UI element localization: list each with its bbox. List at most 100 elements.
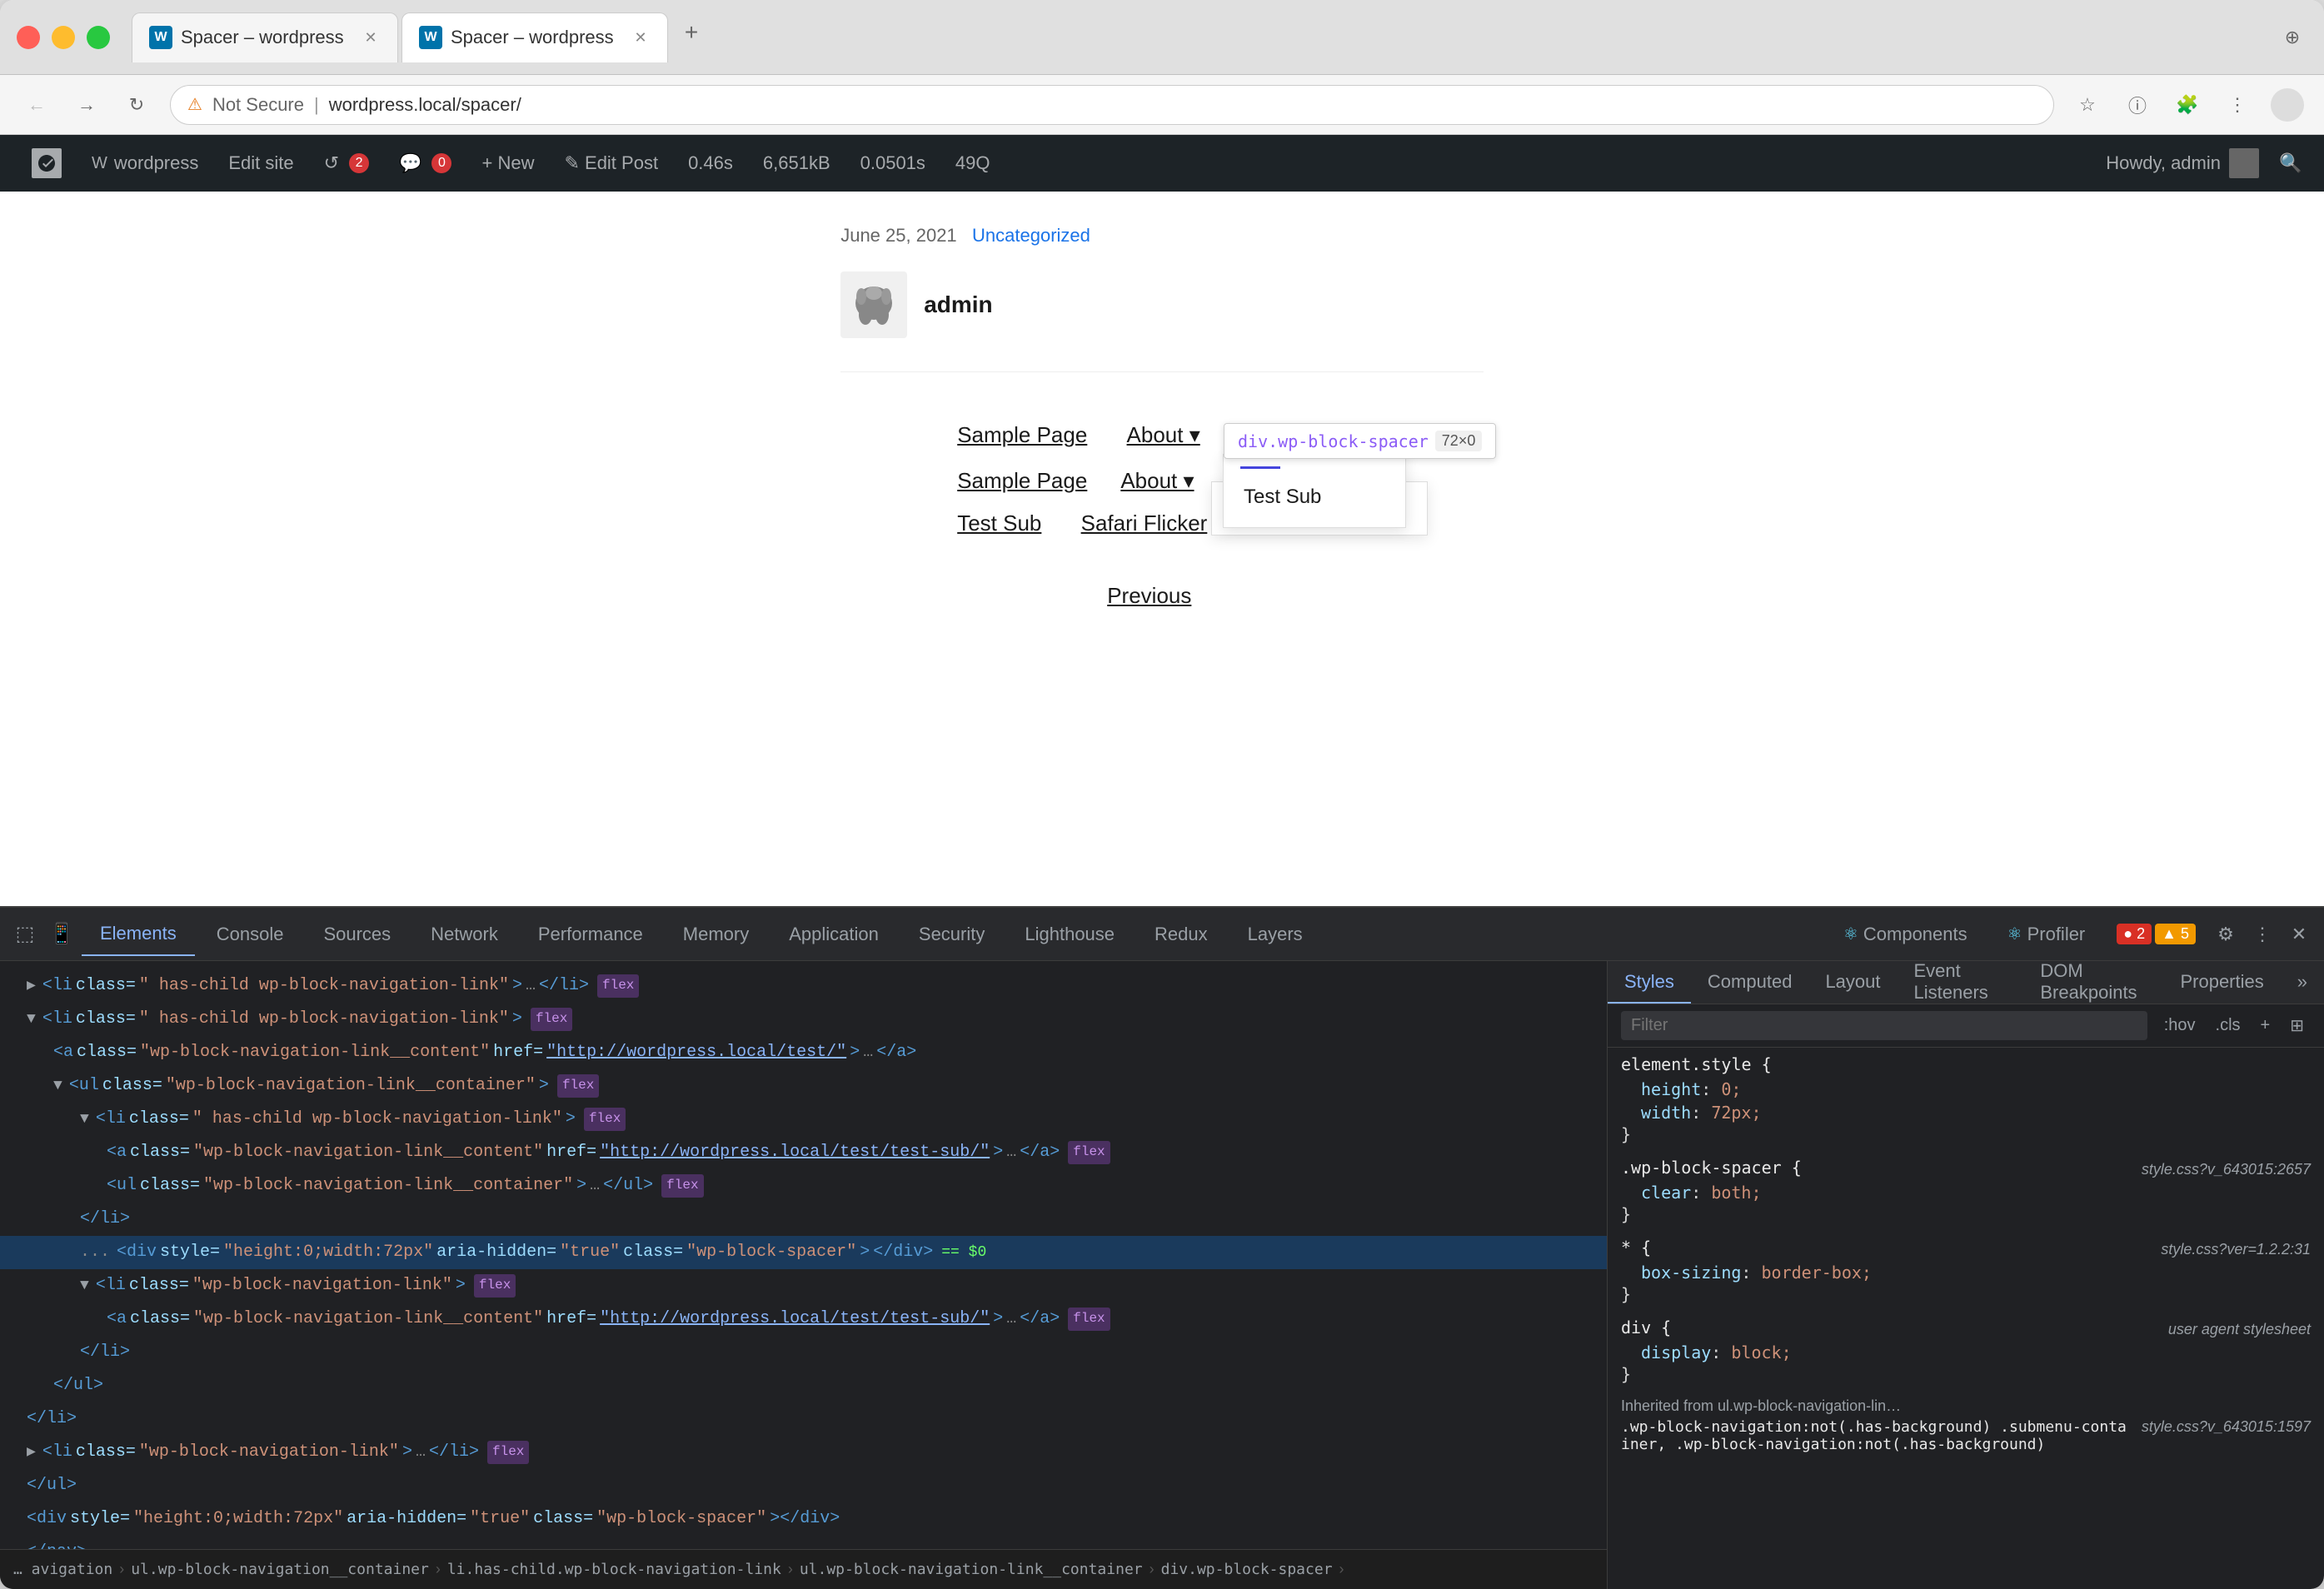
wp-edit-post[interactable]: ✎ Edit Post bbox=[549, 135, 673, 192]
wp-comments[interactable]: 💬 0 bbox=[384, 135, 466, 192]
tab-security[interactable]: Security bbox=[900, 913, 1003, 956]
tab-network[interactable]: Network bbox=[412, 913, 516, 956]
nav-about-2-link[interactable]: About ▾ bbox=[1120, 468, 1194, 493]
html-line-3[interactable]: <a class= "wp-block-navigation-link__con… bbox=[0, 1036, 1607, 1069]
tab-memory[interactable]: Memory bbox=[665, 913, 767, 956]
styles-tab-event-listeners[interactable]: Event Listeners bbox=[1898, 961, 2024, 1004]
html-line-4[interactable]: ▼ <ul class= "wp-block-navigation-link__… bbox=[0, 1069, 1607, 1103]
info-icon[interactable]: ⓘ bbox=[2121, 88, 2154, 122]
wp-new[interactable]: + New bbox=[466, 135, 549, 192]
devtools-device-icon[interactable]: 📱 bbox=[45, 918, 78, 951]
html-line-11[interactable]: </li> bbox=[0, 1336, 1607, 1369]
minimize-button[interactable] bbox=[52, 26, 75, 49]
bookmark-icon[interactable]: ☆ bbox=[2071, 88, 2104, 122]
back-button[interactable]: ← bbox=[20, 88, 53, 122]
style-prop-width[interactable]: width: 72px; bbox=[1621, 1101, 2311, 1124]
user-avatar[interactable] bbox=[2271, 88, 2304, 122]
breadcrumb-4[interactable]: div.wp-block-spacer bbox=[1161, 1561, 1333, 1578]
rule-source-3[interactable]: style.css?ver=1.2.2:31 bbox=[2161, 1241, 2311, 1258]
nav-test-sub[interactable]: Test Sub bbox=[940, 504, 1064, 542]
tab-lighthouse[interactable]: Lighthouse bbox=[1006, 913, 1133, 956]
style-prop-box-sizing[interactable]: box-sizing: border-box; bbox=[1621, 1261, 2311, 1284]
collapse-5[interactable]: ▼ bbox=[80, 1108, 89, 1132]
nav-sample-page-1-link[interactable]: Sample Page bbox=[957, 422, 1087, 447]
tab-layers[interactable]: Layers bbox=[1229, 913, 1321, 956]
style-prop-display[interactable]: display: block; bbox=[1621, 1341, 2311, 1364]
html-line-14[interactable]: ▶ <li class= "wp-block-navigation-link" … bbox=[0, 1436, 1607, 1469]
post-category[interactable]: Uncategorized bbox=[972, 225, 1090, 246]
collapse-1[interactable]: ▶ bbox=[27, 974, 36, 999]
wp-search-icon[interactable]: 🔍 bbox=[2274, 147, 2307, 180]
rule-selector-3[interactable]: * { bbox=[1621, 1238, 1651, 1258]
collapse-14[interactable]: ▶ bbox=[27, 1441, 36, 1465]
html-line-5[interactable]: ▼ <li class= " has-child wp-block-naviga… bbox=[0, 1103, 1607, 1136]
nav-sample-page-2-link[interactable]: Sample Page bbox=[957, 468, 1087, 493]
html-line-16[interactable]: </nav> bbox=[0, 1536, 1607, 1549]
nav-about-1-link[interactable]: About ▾ bbox=[1127, 422, 1200, 447]
devtools-more-icon[interactable]: ⋮ bbox=[2246, 918, 2279, 951]
rule-selector-inherited[interactable]: .wp-block-navigation:not(.has-background… bbox=[1621, 1418, 2135, 1453]
close-button[interactable] bbox=[17, 26, 40, 49]
html-line-13[interactable]: </li> bbox=[0, 1402, 1607, 1436]
refresh-button[interactable]: ↻ bbox=[120, 88, 153, 122]
nav-safari-flicker-link[interactable]: Safari Flicker bbox=[1081, 511, 1208, 535]
style-prop-clear[interactable]: clear: both; bbox=[1621, 1181, 2311, 1204]
tab-console[interactable]: Console bbox=[198, 913, 302, 956]
nav-sample-page-2[interactable]: Sample Page bbox=[940, 461, 1104, 501]
html-line-9[interactable]: ▼ <li class= "wp-block-navigation-link" … bbox=[0, 1269, 1607, 1303]
collapse-4[interactable]: ▼ bbox=[53, 1074, 62, 1098]
rule-selector-1[interactable]: element.style { bbox=[1621, 1054, 1772, 1074]
breadcrumb-0[interactable]: … avigation bbox=[13, 1561, 112, 1578]
rule-selector-2[interactable]: .wp-block-spacer { bbox=[1621, 1158, 1802, 1178]
styles-tab-styles[interactable]: Styles bbox=[1608, 961, 1691, 1004]
tab-redux[interactable]: Redux bbox=[1136, 913, 1226, 956]
wp-updates[interactable]: ↺ 2 bbox=[309, 135, 384, 192]
rule-selector-4[interactable]: div { bbox=[1621, 1318, 1671, 1337]
new-tab-button[interactable]: + bbox=[671, 12, 711, 52]
devtools-inspect-icon[interactable]: ⬚ bbox=[8, 918, 42, 951]
tab-close-1[interactable]: ✕ bbox=[361, 27, 381, 47]
html-line-spacer-1[interactable]: ... <div style= "height:0;width:72px" ar… bbox=[0, 1236, 1607, 1269]
tab-application[interactable]: Application bbox=[771, 913, 897, 956]
devtools-close-icon[interactable]: ✕ bbox=[2282, 918, 2316, 951]
extensions-icon[interactable]: 🧩 bbox=[2171, 88, 2204, 122]
wp-site-name[interactable]: W wordpress bbox=[77, 135, 213, 192]
tab-1[interactable]: W Spacer – wordpress ✕ bbox=[132, 12, 398, 62]
styles-filter-input[interactable] bbox=[1621, 1011, 2147, 1040]
tab-profiler[interactable]: ⚛ Profiler bbox=[1989, 913, 2104, 956]
tab-2[interactable]: W Spacer – wordpress ✕ bbox=[401, 12, 668, 62]
tab-components[interactable]: ⚛ Components bbox=[1825, 913, 1986, 956]
breadcrumb-1[interactable]: ul.wp-block-navigation__container bbox=[131, 1561, 429, 1578]
devtools-settings-icon[interactable]: ⚙ bbox=[2209, 918, 2242, 951]
html-line-8[interactable]: </li> bbox=[0, 1203, 1607, 1236]
filter-cls[interactable]: .cls bbox=[2209, 1013, 2247, 1039]
address-input[interactable]: ⚠ Not Secure | wordpress.local/spacer/ bbox=[170, 85, 2054, 125]
html-line-15[interactable]: </ul> bbox=[0, 1469, 1607, 1502]
html-line-7[interactable]: <ul class= "wp-block-navigation-link__co… bbox=[0, 1169, 1607, 1203]
filter-add[interactable]: + bbox=[2254, 1013, 2277, 1039]
filter-hov[interactable]: :hov bbox=[2157, 1013, 2202, 1039]
maximize-button[interactable] bbox=[87, 26, 110, 49]
forward-button[interactable]: → bbox=[70, 88, 103, 122]
prev-link[interactable]: Previous bbox=[957, 583, 1484, 609]
html-line-10[interactable]: <a class= "wp-block-navigation-link__con… bbox=[0, 1303, 1607, 1336]
collapse-2[interactable]: ▼ bbox=[27, 1008, 36, 1032]
browser-menu-icon[interactable]: ⋮ bbox=[2221, 88, 2254, 122]
breadcrumb-3[interactable]: ul.wp-block-navigation-link__container bbox=[800, 1561, 1143, 1578]
styles-more-tab[interactable]: » bbox=[2281, 961, 2324, 1004]
styles-tab-dom-breakpoints[interactable]: DOM Breakpoints bbox=[2023, 961, 2163, 1004]
tab-close-2[interactable]: ✕ bbox=[631, 27, 651, 47]
tab-performance[interactable]: Performance bbox=[520, 913, 661, 956]
style-prop-height[interactable]: height: 0; bbox=[1621, 1078, 2311, 1101]
rule-source-2[interactable]: style.css?v_643015:2657 bbox=[2142, 1161, 2311, 1178]
rule-source-inherited[interactable]: style.css?v_643015:1597 bbox=[2142, 1418, 2311, 1436]
nav-test-1[interactable]: Test ▾ div.wp-block-spacer 72×0 Test Sub bbox=[1223, 416, 1319, 454]
html-line-2[interactable]: ▼ <li class= " has-child wp-block-naviga… bbox=[0, 1003, 1607, 1036]
nav-sample-page-1[interactable]: Sample Page bbox=[940, 416, 1110, 454]
styles-tab-layout[interactable]: Layout bbox=[1808, 961, 1897, 1004]
dropdown-test-sub[interactable]: Test Sub bbox=[1224, 476, 1405, 519]
breadcrumb-2[interactable]: li.has-child.wp-block-navigation-link bbox=[447, 1561, 781, 1578]
nav-test-sub-link[interactable]: Test Sub bbox=[957, 511, 1041, 535]
nav-about-2[interactable]: About ▾ bbox=[1104, 461, 1210, 501]
elements-content[interactable]: ▶ <li class= " has-child wp-block-naviga… bbox=[0, 961, 1607, 1549]
